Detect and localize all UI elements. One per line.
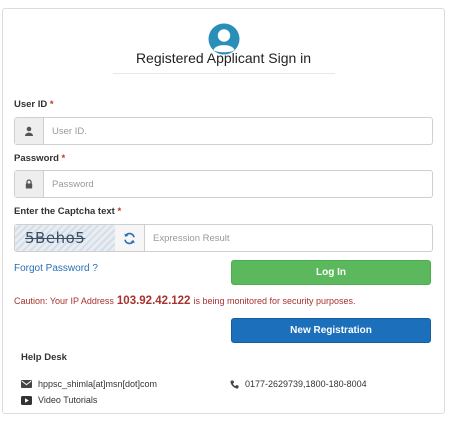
captcha-image: 5Beho5 (15, 225, 115, 251)
help-email: hppsc_shimla[at]msn[dot]com (21, 379, 157, 389)
help-phone: 0177-2629739,1800-180-8004 (230, 379, 367, 389)
ip-caution: Caution: Your IP Address 103.92.42.122 is … (14, 295, 356, 307)
lock-icon (15, 171, 44, 197)
phone-icon (230, 379, 239, 388)
forgot-password-link[interactable]: Forgot Password ? (14, 263, 98, 274)
page-title: Registered Applicant Sign in (135, 50, 312, 66)
user-icon (15, 118, 44, 144)
video-tutorials-link[interactable]: Video Tutorials (21, 395, 97, 405)
user-id-input[interactable] (44, 118, 432, 144)
captcha-input[interactable] (145, 225, 432, 251)
refresh-icon[interactable] (115, 225, 145, 251)
video-icon (21, 395, 32, 405)
user-id-group (14, 117, 433, 145)
login-button[interactable]: Log In (231, 260, 431, 285)
ip-address: 103.92.42.122 (116, 295, 191, 307)
envelope-icon (21, 380, 32, 388)
title-divider (113, 73, 335, 74)
user-id-label: User ID * (14, 99, 54, 110)
captcha-group: 5Beho5 (14, 224, 433, 252)
password-group (14, 170, 433, 198)
new-registration-button[interactable]: New Registration (231, 318, 431, 343)
password-label: Password * (14, 153, 66, 164)
password-input[interactable] (44, 171, 432, 197)
help-desk-title: Help Desk (21, 352, 67, 363)
sign-in-panel: Registered Applicant Sign in User ID * P… (2, 8, 445, 414)
captcha-label: Enter the Captcha text * (14, 206, 122, 217)
